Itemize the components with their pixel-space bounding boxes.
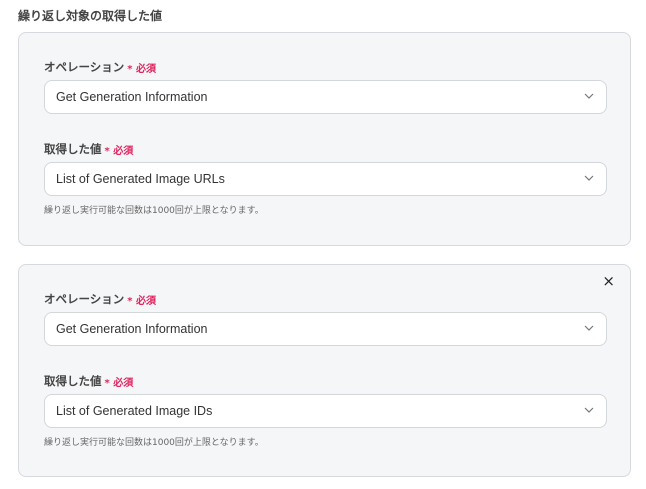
chevron-down-icon	[584, 93, 594, 99]
required-mark: * 必須	[127, 63, 156, 75]
value-label: 取得した値 * 必須	[44, 373, 133, 389]
value-label-text: 取得した値	[44, 142, 102, 156]
required-mark: * 必須	[104, 145, 134, 157]
hint-text: 繰り返し実行可能な回数は1000回が上限となります。	[44, 206, 264, 216]
section-title: 繰り返し対象の取得した値	[18, 9, 163, 23]
operation-select[interactable]: Get Generation Information	[44, 80, 607, 114]
loop-item-card-2: × オペレーション * 必須 Get Generation Information…	[18, 264, 631, 477]
chevron-down-icon	[584, 175, 594, 181]
chevron-down-icon	[584, 325, 594, 331]
operation-label: オペレーション * 必須	[44, 291, 156, 307]
loop-item-card-1: オペレーション * 必須 Get Generation Information 取…	[18, 32, 631, 246]
operation-label-text: オペレーション	[44, 292, 125, 306]
value-label: 取得した値 * 必須	[44, 141, 133, 157]
operation-select[interactable]: Get Generation Information	[44, 312, 607, 346]
required-mark: * 必須	[104, 377, 134, 389]
operation-value: Get Generation Information	[56, 90, 208, 104]
value-label-text: 取得した値	[44, 374, 102, 388]
close-icon[interactable]: ×	[602, 274, 615, 289]
hint-text: 繰り返し実行可能な回数は1000回が上限となります。	[44, 438, 264, 448]
value-select[interactable]: List of Generated Image URLs	[44, 162, 607, 196]
value-value: List of Generated Image URLs	[56, 172, 225, 186]
operation-label: オペレーション * 必須	[44, 59, 156, 75]
value-value: List of Generated Image IDs	[56, 404, 213, 418]
required-mark: * 必須	[127, 295, 156, 307]
operation-value: Get Generation Information	[56, 322, 208, 336]
operation-label-text: オペレーション	[44, 60, 125, 74]
value-select[interactable]: List of Generated Image IDs	[44, 394, 607, 428]
chevron-down-icon	[584, 407, 594, 413]
